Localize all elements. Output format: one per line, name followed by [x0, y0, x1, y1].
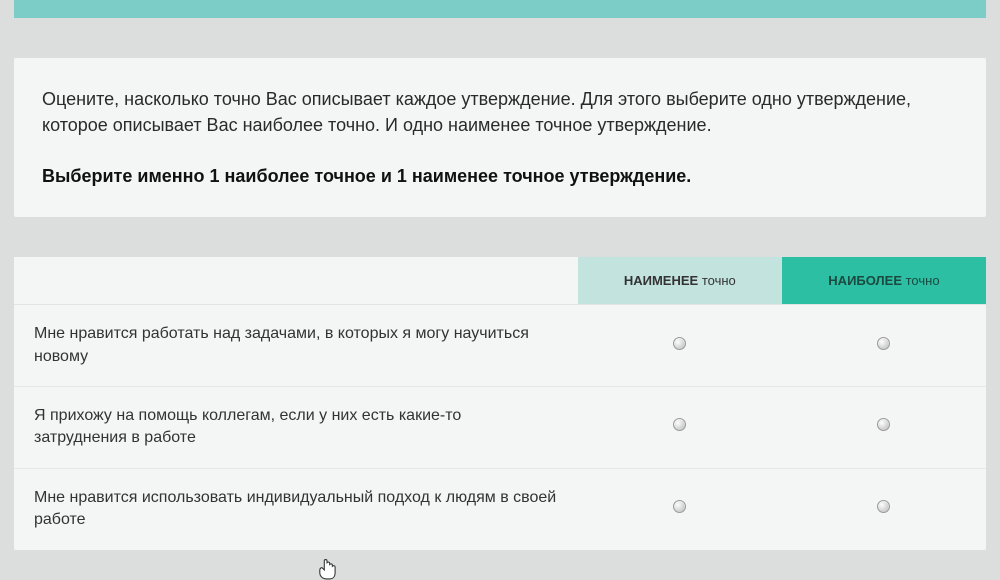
- radio-least[interactable]: [673, 418, 686, 431]
- instruction-paragraph: Оцените, насколько точно Вас описывает к…: [42, 86, 958, 138]
- statements-table: НАИМЕНЕЕ точно НАИБОЛЕЕ точно Мне нравит…: [14, 257, 986, 549]
- statement-text: Мне нравится использовать индивидуальный…: [14, 468, 578, 549]
- radio-least[interactable]: [673, 337, 686, 350]
- table-row: Я прихожу на помощь коллегам, если у них…: [14, 386, 986, 468]
- header-most-strong: НАИБОЛЕЕ: [828, 273, 902, 288]
- header-least-strong: НАИМЕНЕЕ: [624, 273, 698, 288]
- header-least-light: точно: [698, 273, 736, 288]
- statements-table-wrap: НАИМЕНЕЕ точно НАИБОЛЕЕ точно Мне нравит…: [14, 257, 986, 549]
- radio-most[interactable]: [877, 418, 890, 431]
- instruction-bold: Выберите именно 1 наиболее точное и 1 на…: [42, 166, 958, 187]
- table-row: Мне нравится работать над задачами, в ко…: [14, 305, 986, 387]
- statement-text: Я прихожу на помощь коллегам, если у них…: [14, 386, 578, 468]
- header-empty: [14, 257, 578, 305]
- cursor-icon: [318, 558, 336, 580]
- header-least: НАИМЕНЕЕ точно: [578, 257, 782, 305]
- header-most: НАИБОЛЕЕ точно: [782, 257, 986, 305]
- radio-most[interactable]: [877, 337, 890, 350]
- table-row: Мне нравится использовать индивидуальный…: [14, 468, 986, 549]
- top-accent-bar: [14, 0, 986, 18]
- radio-least[interactable]: [673, 500, 686, 513]
- header-most-light: точно: [902, 273, 940, 288]
- radio-most[interactable]: [877, 500, 890, 513]
- statement-text: Мне нравится работать над задачами, в ко…: [14, 305, 578, 387]
- instruction-card: Оцените, насколько точно Вас описывает к…: [14, 58, 986, 217]
